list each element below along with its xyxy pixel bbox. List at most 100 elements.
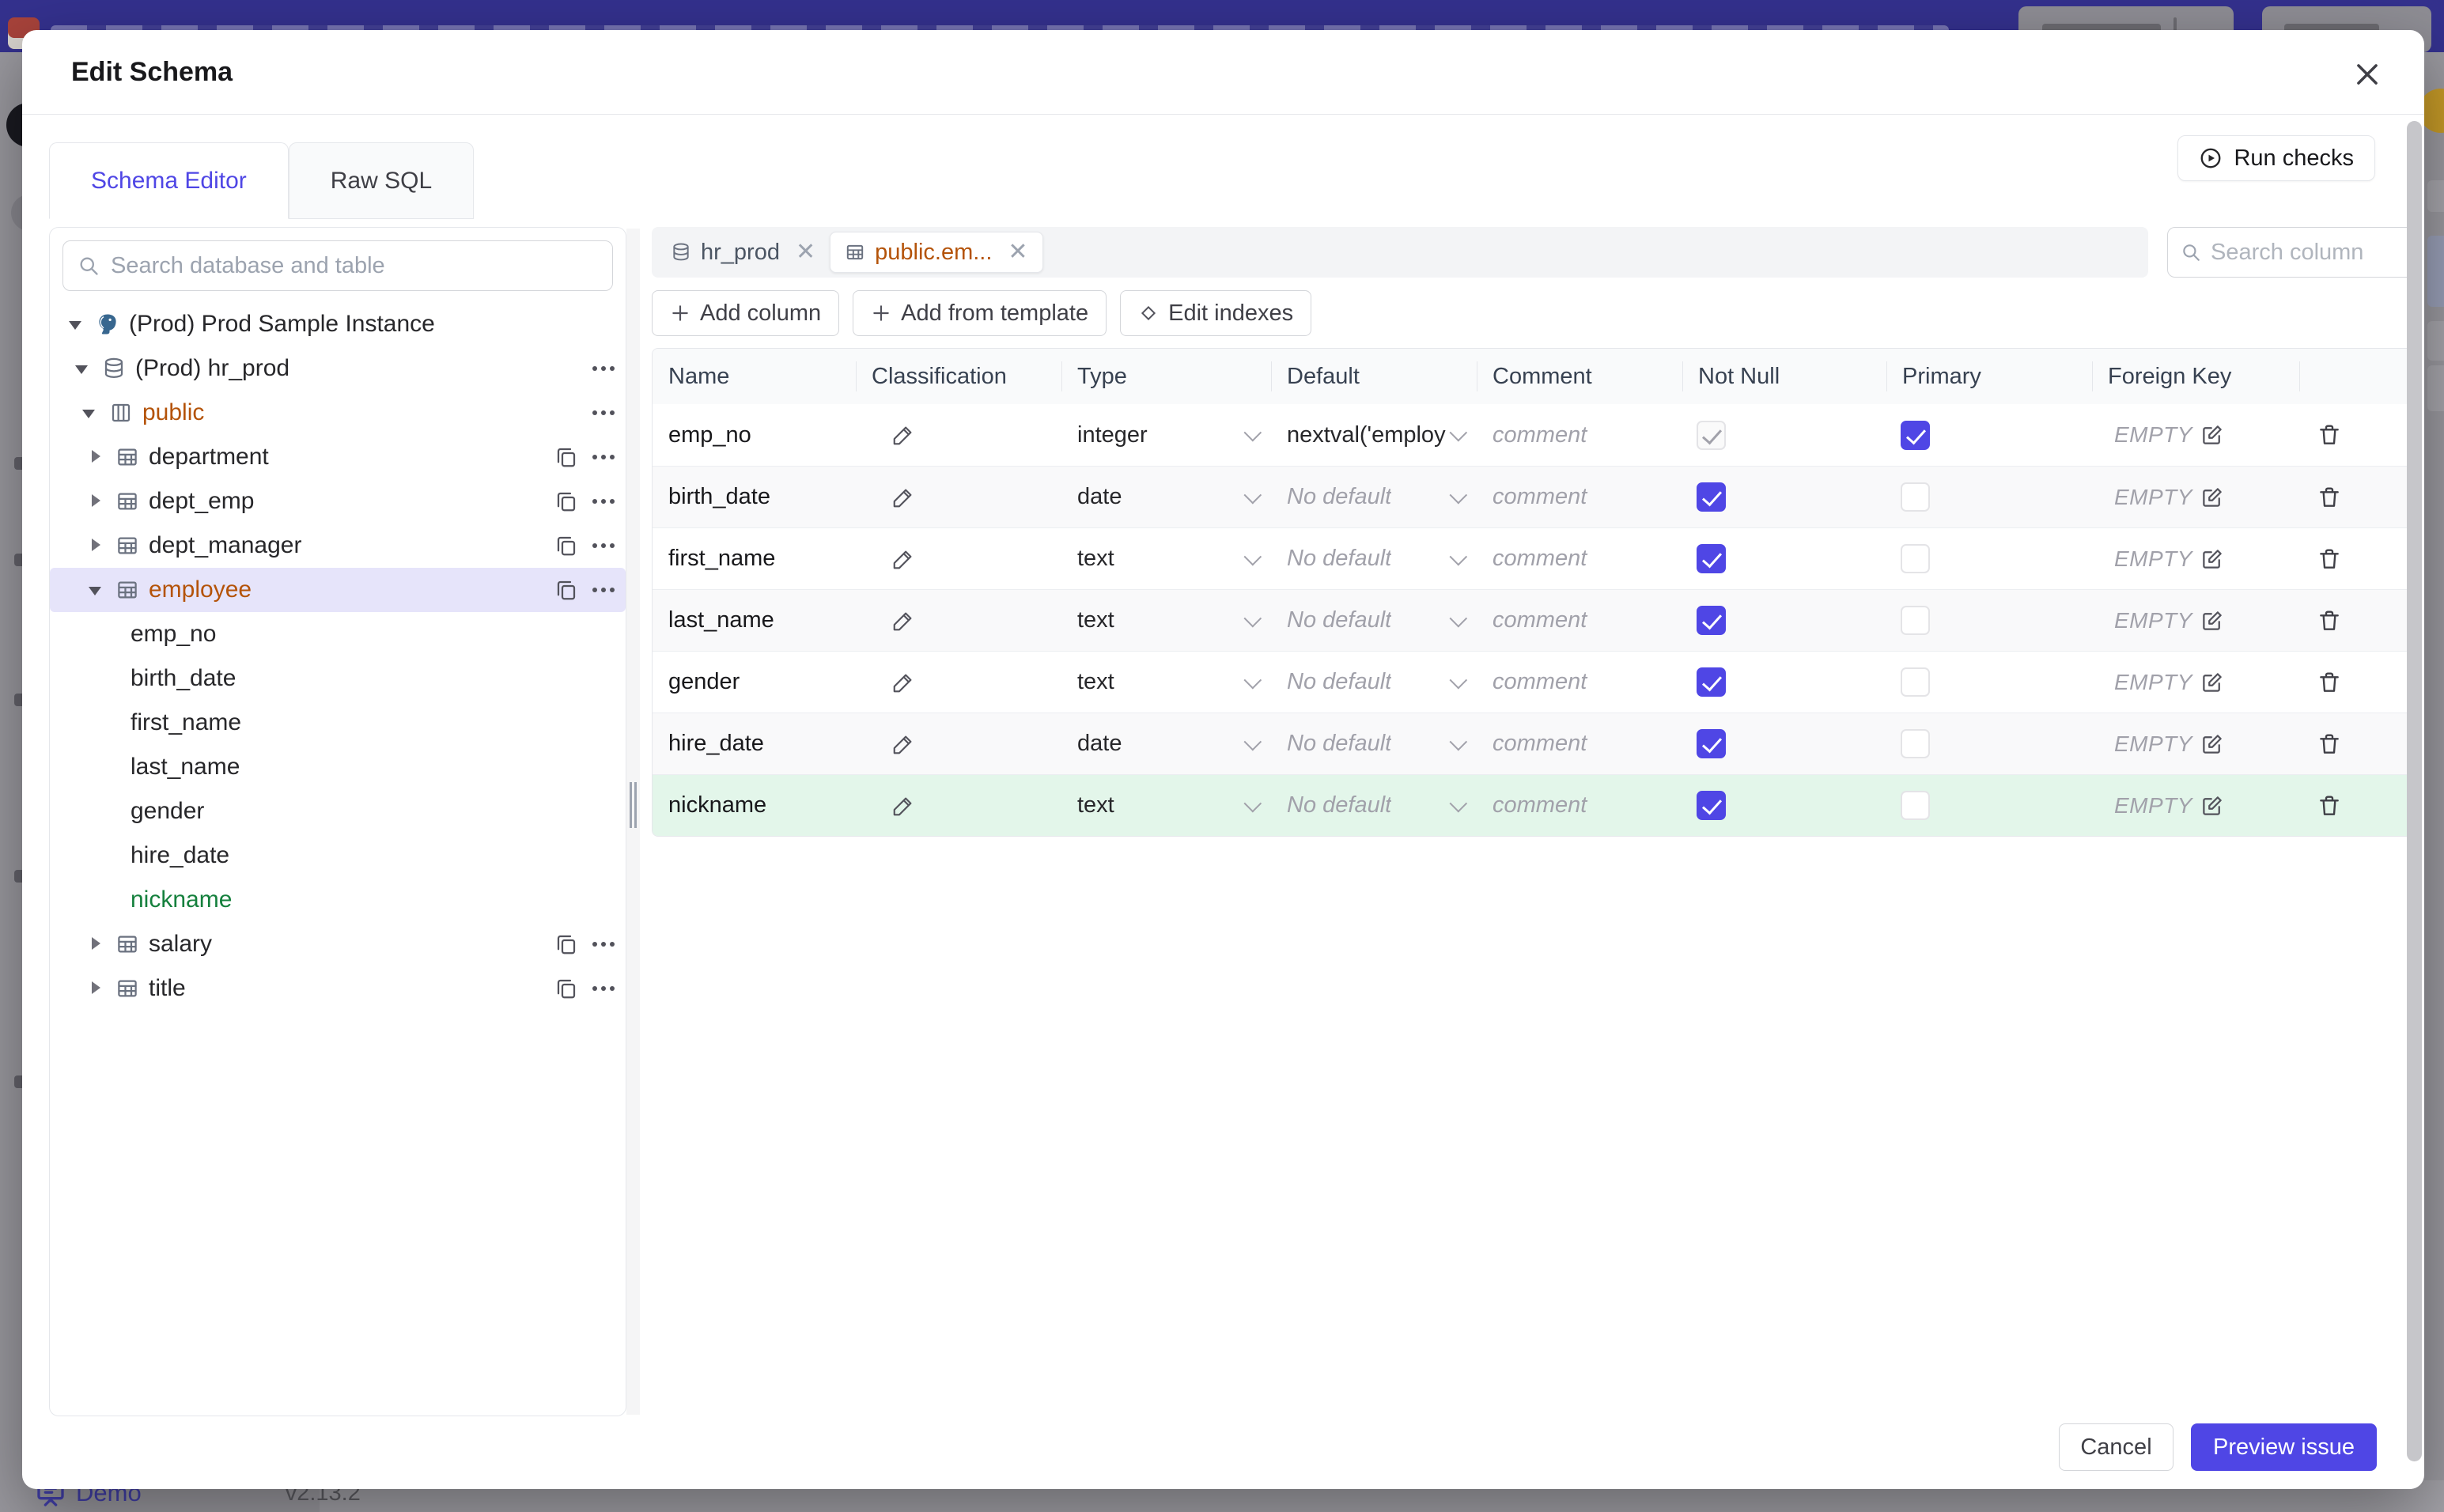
delete-column-icon[interactable]: [2317, 422, 2342, 448]
tree-item-table-employee[interactable]: employee: [50, 568, 626, 612]
edit-foreign-key-icon[interactable]: [2200, 671, 2224, 694]
more-icon[interactable]: [601, 455, 606, 459]
caret-down-icon[interactable]: [66, 314, 86, 335]
caret-down-icon[interactable]: [79, 403, 100, 423]
column-name[interactable]: emp_no: [653, 422, 856, 448]
caret-right-icon[interactable]: [85, 535, 106, 556]
caret-right-icon[interactable]: [85, 491, 106, 512]
tree-item-schema-public[interactable]: public: [50, 391, 626, 435]
more-icon[interactable]: [601, 499, 606, 504]
more-icon[interactable]: [601, 543, 606, 548]
panel-resize-gutter[interactable]: [626, 229, 640, 1415]
default-select[interactable]: No default: [1271, 607, 1477, 633]
not-null-checkbox[interactable]: [1697, 544, 1726, 573]
not-null-checkbox[interactable]: [1697, 606, 1726, 635]
default-select[interactable]: No default: [1271, 731, 1477, 757]
copy-icon[interactable]: [554, 977, 578, 1000]
more-icon[interactable]: [601, 986, 606, 991]
type-select[interactable]: text: [1061, 546, 1271, 572]
type-select[interactable]: date: [1061, 731, 1271, 757]
pencil-icon[interactable]: [891, 732, 915, 756]
column-name[interactable]: first_name: [653, 546, 856, 572]
tree-item-instance[interactable]: (Prod) Prod Sample Instance: [50, 302, 626, 346]
column-name[interactable]: hire_date: [653, 731, 856, 757]
edit-foreign-key-icon[interactable]: [2200, 547, 2224, 571]
column-name[interactable]: gender: [653, 669, 856, 695]
pencil-icon[interactable]: [891, 423, 915, 447]
more-icon[interactable]: [601, 410, 606, 415]
caret-right-icon[interactable]: [85, 934, 106, 954]
preview-issue-button[interactable]: Preview issue: [2191, 1423, 2377, 1471]
caret-right-icon[interactable]: [85, 447, 106, 467]
comment-input[interactable]: [1493, 792, 1651, 818]
pencil-icon[interactable]: [891, 609, 915, 633]
tab-chip-hr-prod[interactable]: hr_prod ✕: [656, 232, 830, 273]
more-icon[interactable]: [601, 366, 606, 371]
delete-column-icon[interactable]: [2317, 670, 2342, 695]
type-select[interactable]: integer: [1061, 422, 1271, 448]
tree-item-column-emp-no[interactable]: emp_no: [50, 612, 626, 656]
type-select[interactable]: text: [1061, 669, 1271, 695]
caret-right-icon[interactable]: [85, 978, 106, 999]
tab-chip-public-employee[interactable]: public.em... ✕: [830, 232, 1043, 273]
tree-item-column-last-name[interactable]: last_name: [50, 745, 626, 789]
primary-checkbox[interactable]: [1901, 606, 1930, 635]
tree-search-input[interactable]: [111, 252, 598, 279]
delete-column-icon[interactable]: [2317, 546, 2342, 572]
close-chip-icon[interactable]: ✕: [1008, 240, 1027, 264]
delete-column-icon[interactable]: [2317, 793, 2342, 818]
primary-checkbox[interactable]: [1901, 420, 1930, 450]
delete-column-icon[interactable]: [2317, 485, 2342, 510]
close-icon[interactable]: [2350, 57, 2385, 92]
tree-item-column-first-name[interactable]: first_name: [50, 701, 626, 745]
comment-input[interactable]: [1493, 546, 1651, 572]
tree-item-table-department[interactable]: department: [50, 435, 626, 479]
tab-raw-sql[interactable]: Raw SQL: [288, 142, 475, 219]
not-null-checkbox[interactable]: [1697, 791, 1726, 820]
edit-foreign-key-icon[interactable]: [2200, 423, 2224, 447]
edit-foreign-key-icon[interactable]: [2200, 486, 2224, 509]
copy-icon[interactable]: [554, 932, 578, 956]
close-chip-icon[interactable]: ✕: [796, 240, 815, 264]
primary-checkbox[interactable]: [1901, 667, 1930, 697]
copy-icon[interactable]: [554, 534, 578, 558]
primary-checkbox[interactable]: [1901, 544, 1930, 573]
resize-handle-icon[interactable]: [630, 782, 632, 828]
pencil-icon[interactable]: [891, 547, 915, 571]
tree-item-table-dept-manager[interactable]: dept_manager: [50, 524, 626, 568]
copy-icon[interactable]: [554, 578, 578, 602]
copy-icon[interactable]: [554, 445, 578, 469]
edit-foreign-key-icon[interactable]: [2200, 609, 2224, 633]
not-null-checkbox[interactable]: [1697, 482, 1726, 512]
primary-checkbox[interactable]: [1901, 791, 1930, 820]
tree-item-table-dept-emp[interactable]: dept_emp: [50, 479, 626, 524]
copy-icon[interactable]: [554, 490, 578, 513]
tree-item-column-hire-date[interactable]: hire_date: [50, 833, 626, 878]
run-checks-button[interactable]: Run checks: [2177, 135, 2375, 181]
more-icon[interactable]: [601, 588, 606, 592]
tab-schema-editor[interactable]: Schema Editor: [49, 142, 289, 219]
primary-checkbox[interactable]: [1901, 482, 1930, 512]
not-null-checkbox[interactable]: [1697, 667, 1726, 697]
tree-item-table-salary[interactable]: salary: [50, 922, 626, 966]
edit-indexes-button[interactable]: Edit indexes: [1120, 290, 1312, 336]
delete-column-icon[interactable]: [2317, 608, 2342, 633]
type-select[interactable]: date: [1061, 484, 1271, 510]
add-column-button[interactable]: Add column: [652, 290, 840, 336]
comment-input[interactable]: [1493, 421, 1651, 448]
delete-column-icon[interactable]: [2317, 731, 2342, 757]
pencil-icon[interactable]: [891, 671, 915, 694]
default-select[interactable]: No default: [1271, 484, 1477, 510]
caret-down-icon[interactable]: [72, 358, 93, 379]
tree-item-database-hr-prod[interactable]: (Prod) hr_prod: [50, 346, 626, 391]
pencil-icon[interactable]: [891, 486, 915, 509]
primary-checkbox[interactable]: [1901, 729, 1930, 758]
default-select[interactable]: No default: [1271, 669, 1477, 695]
column-search-input[interactable]: [2211, 239, 2377, 266]
default-select[interactable]: No default: [1271, 546, 1477, 572]
type-select[interactable]: text: [1061, 607, 1271, 633]
tree-item-column-gender[interactable]: gender: [50, 789, 626, 833]
column-name[interactable]: birth_date: [653, 484, 856, 510]
comment-input[interactable]: [1493, 669, 1651, 695]
modal-scrollbar[interactable]: [2407, 121, 2422, 1461]
